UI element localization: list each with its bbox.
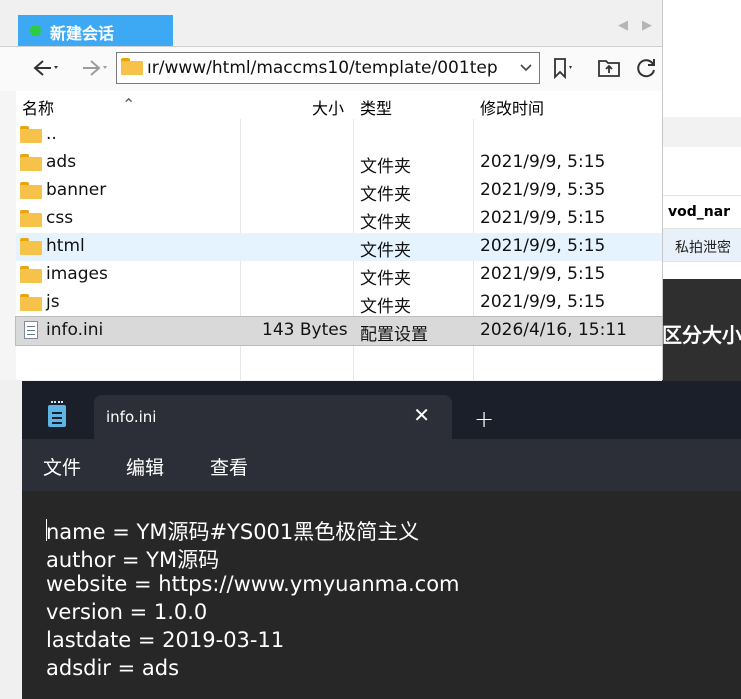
- editor-line: author = YM源码: [46, 548, 220, 572]
- tab-scroll-left-icon[interactable]: ◀: [618, 18, 628, 33]
- editor-line: lastdate = 2019-03-11: [46, 628, 285, 652]
- column-header-size[interactable]: 大小: [312, 95, 344, 119]
- upload-folder-icon: [598, 60, 620, 77]
- file-row-css[interactable]: css 文件夹 2021/9/9, 5:15: [16, 205, 662, 233]
- editor-line: adsdir = ads: [46, 656, 180, 680]
- refresh-icon: [637, 59, 655, 78]
- editor-line: website = https://www.ymyuanma.com: [46, 572, 460, 596]
- column-header-modified[interactable]: 修改时间: [480, 95, 544, 119]
- navigation-toolbar: ır/www/html/maccms10/template/001tep: [0, 46, 662, 91]
- folder-icon: [20, 238, 42, 255]
- session-tab[interactable]: 新建会话: [18, 15, 173, 46]
- notepad-titlebar: info.ini ✕ +: [22, 381, 741, 439]
- notepad-tab-title: info.ini: [106, 408, 157, 426]
- tab-scroll-right-icon[interactable]: ▶: [642, 18, 652, 33]
- menu-file[interactable]: 文件: [43, 453, 81, 480]
- background-band: [662, 117, 741, 147]
- session-tab-label: 新建会话: [50, 24, 115, 43]
- file-row-js[interactable]: js 文件夹 2021/9/9, 5:15: [16, 289, 662, 317]
- notepad-tab[interactable]: info.ini ✕: [94, 395, 452, 439]
- ini-file-icon: [24, 321, 38, 339]
- column-header-name[interactable]: 名称: [22, 95, 54, 119]
- file-row-html[interactable]: html 文件夹 2021/9/9, 5:15: [16, 233, 662, 261]
- file-row-ads[interactable]: ads 文件夹 2021/9/9, 5:15: [16, 149, 662, 177]
- notepad-editor[interactable]: name = YM源码#YS001黑色极简主义 author = YM源码 we…: [22, 491, 741, 699]
- folder-icon: [20, 126, 42, 143]
- file-row-parent[interactable]: ..: [16, 121, 662, 149]
- connected-status-icon: [30, 25, 41, 36]
- sort-ascending-icon: ⌃: [122, 95, 136, 114]
- menu-view[interactable]: 查看: [210, 453, 248, 480]
- folder-icon: [121, 58, 143, 75]
- address-dropdown-icon[interactable]: [519, 57, 533, 81]
- editor-line: version = 1.0.0: [46, 600, 208, 624]
- close-tab-icon[interactable]: ✕: [413, 403, 430, 427]
- folder-icon: [20, 266, 42, 283]
- menu-edit[interactable]: 编辑: [126, 453, 164, 480]
- file-list-header: 名称 ⌃ 大小 类型 修改时间: [16, 91, 662, 119]
- bookmark-icon: [554, 58, 572, 79]
- session-tab-strip: 新建会话 ◀ ▶: [0, 0, 662, 46]
- editor-line: name = YM源码#YS001黑色极简主义: [46, 520, 420, 544]
- back-arrow-icon: [33, 60, 58, 76]
- background-column-header: vod_nar: [668, 204, 731, 220]
- column-header-type[interactable]: 类型: [360, 95, 392, 119]
- forward-arrow-icon: [83, 60, 107, 76]
- background-table-cell[interactable]: 私拍泄密: [662, 229, 741, 261]
- forward-button[interactable]: [72, 53, 112, 83]
- notepad-window: info.ini ✕ + 文件 编辑 查看 name = YM源码#YS001黑…: [22, 381, 741, 699]
- file-row-images[interactable]: images 文件夹 2021/9/9, 5:15: [16, 261, 662, 289]
- upload-button[interactable]: [594, 53, 624, 83]
- file-list: 名称 ⌃ 大小 类型 修改时间 .. ads 文件夹 2021/9/9, 5:1…: [15, 91, 663, 380]
- refresh-button[interactable]: [632, 53, 660, 83]
- file-row-banner[interactable]: banner 文件夹 2021/9/9, 5:35: [16, 177, 662, 205]
- notepad-app-icon: [48, 401, 66, 427]
- bookmark-button[interactable]: [548, 53, 578, 83]
- folder-icon: [20, 294, 42, 311]
- folder-icon: [20, 210, 42, 227]
- new-tab-icon[interactable]: +: [474, 405, 494, 433]
- notepad-menubar: 文件 编辑 查看: [22, 439, 741, 491]
- address-path: ır/www/html/maccms10/template/001tep: [147, 58, 498, 78]
- address-bar[interactable]: ır/www/html/maccms10/template/001tep: [116, 52, 540, 84]
- back-button[interactable]: [22, 53, 62, 83]
- file-manager-window: 新建会话 ◀ ▶ ır/www/html/maccms10/template/0…: [0, 0, 663, 380]
- file-row-info-ini[interactable]: info.ini 143 Bytes 配置设置 2026/4/16, 15:11: [15, 316, 663, 346]
- folder-icon: [20, 182, 42, 199]
- folder-icon: [20, 154, 42, 171]
